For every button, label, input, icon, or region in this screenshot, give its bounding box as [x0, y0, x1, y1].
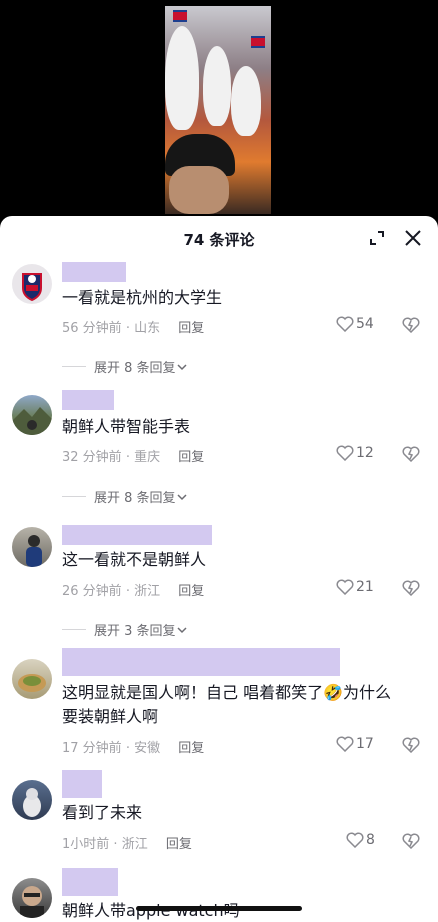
heart-icon — [336, 445, 354, 461]
comment-time: 26 分钟前 — [62, 584, 122, 599]
comment-time: 17 分钟前 — [62, 741, 122, 756]
comment-text: 朝鲜人带智能手表 — [62, 417, 191, 436]
like-count: 17 — [356, 736, 374, 752]
comment-location: 浙江 — [134, 584, 161, 599]
comment-time: 1小时前 — [62, 837, 110, 852]
heart-icon — [336, 579, 354, 595]
comment-meta: 32 分钟前 · 重庆 回复 — [62, 450, 205, 465]
chevron-down-icon — [177, 493, 187, 500]
comment-text: 这一看就不是朝鲜人 — [62, 550, 207, 569]
heart-icon — [346, 832, 364, 848]
expand-replies[interactable]: 展开 8 条回复 — [62, 487, 188, 506]
video-player[interactable] — [0, 0, 438, 216]
comment-meta: 1小时前 · 浙江 回复 — [62, 837, 192, 852]
like-button[interactable]: 12 — [336, 445, 374, 461]
emoji-laughing: 🤣 — [323, 683, 344, 702]
avatar[interactable] — [12, 527, 52, 567]
close-icon[interactable] — [402, 227, 424, 249]
comment-text-line1: 这明显就是国人啊！自己 唱着都笑了 — [62, 683, 324, 702]
like-button[interactable]: 54 — [336, 316, 374, 332]
flag-decoration — [251, 36, 265, 48]
spectator — [231, 66, 261, 136]
spectator — [165, 26, 199, 130]
video-frame[interactable] — [165, 6, 271, 214]
comments-header: 74 条评论 — [0, 216, 438, 260]
comment-text: 这明显就是国人啊！自己 唱着都笑了🤣为什么 — [62, 681, 391, 705]
chevron-down-icon — [177, 363, 187, 370]
like-count: 54 — [356, 316, 374, 332]
spectator — [203, 46, 231, 126]
comment-text-line1-tail: 为什么 — [343, 683, 392, 702]
like-button[interactable]: 21 — [336, 579, 374, 595]
username-placeholder[interactable] — [62, 868, 118, 896]
comment-location: 安徽 — [134, 741, 161, 756]
reply-button[interactable]: 回复 — [178, 450, 204, 465]
heart-icon — [336, 316, 354, 332]
comments-sheet: 74 条评论 一看就是杭州的大学生 56 分钟前 · 山东 回复 54 展开 8… — [0, 216, 438, 922]
reply-button[interactable]: 回复 — [166, 837, 192, 852]
flag-decoration — [173, 10, 187, 22]
comment-time: 32 分钟前 — [62, 450, 122, 465]
like-button[interactable]: 8 — [346, 832, 375, 848]
comment-location: 浙江 — [121, 837, 148, 852]
dislike-icon[interactable] — [402, 446, 420, 466]
expand-replies[interactable]: 展开 3 条回复 — [62, 620, 188, 639]
avatar[interactable] — [12, 878, 52, 918]
comment-location: 重庆 — [134, 450, 161, 465]
heart-icon — [336, 736, 354, 752]
username-placeholder[interactable] — [62, 390, 114, 410]
dislike-icon[interactable] — [402, 737, 420, 757]
like-count: 21 — [356, 579, 374, 595]
comment-meta: 17 分钟前 · 安徽 回复 — [62, 741, 205, 756]
dislike-icon[interactable] — [402, 317, 420, 337]
divider — [62, 629, 86, 630]
avatar[interactable] — [12, 264, 52, 304]
chevron-down-icon — [177, 626, 187, 633]
comment-meta: 26 分钟前 · 浙江 回复 — [62, 584, 205, 599]
avatar[interactable] — [12, 395, 52, 435]
comment-time: 56 分钟前 — [62, 321, 122, 336]
username-placeholder[interactable] — [62, 262, 126, 282]
expand-icon[interactable] — [366, 227, 388, 249]
avatar[interactable] — [12, 659, 52, 699]
expand-label: 展开 8 条回复 — [94, 491, 176, 506]
username-placeholder[interactable] — [62, 525, 212, 545]
reply-button[interactable]: 回复 — [178, 741, 204, 756]
like-button[interactable]: 17 — [336, 736, 374, 752]
divider — [62, 366, 86, 367]
like-count: 8 — [366, 832, 375, 848]
username-placeholder[interactable] — [62, 648, 340, 676]
like-count: 12 — [356, 445, 374, 461]
username-placeholder[interactable] — [62, 770, 102, 798]
avatar[interactable] — [12, 780, 52, 820]
comment-location: 山东 — [134, 321, 161, 336]
comment-text: 看到了未来 — [62, 803, 143, 822]
reply-button[interactable]: 回复 — [178, 584, 204, 599]
home-indicator — [136, 906, 302, 911]
dislike-icon[interactable] — [402, 580, 420, 600]
expand-replies[interactable]: 展开 8 条回复 — [62, 357, 188, 376]
face — [169, 166, 229, 214]
reply-button[interactable]: 回复 — [178, 321, 204, 336]
comment-meta: 56 分钟前 · 山东 回复 — [62, 321, 205, 336]
dislike-icon[interactable] — [402, 833, 420, 853]
comment-text: 一看就是杭州的大学生 — [62, 288, 223, 307]
expand-label: 展开 3 条回复 — [94, 624, 176, 639]
expand-label: 展开 8 条回复 — [94, 361, 176, 376]
divider — [62, 496, 86, 497]
comment-text-line2: 要装朝鲜人啊 — [62, 707, 159, 726]
